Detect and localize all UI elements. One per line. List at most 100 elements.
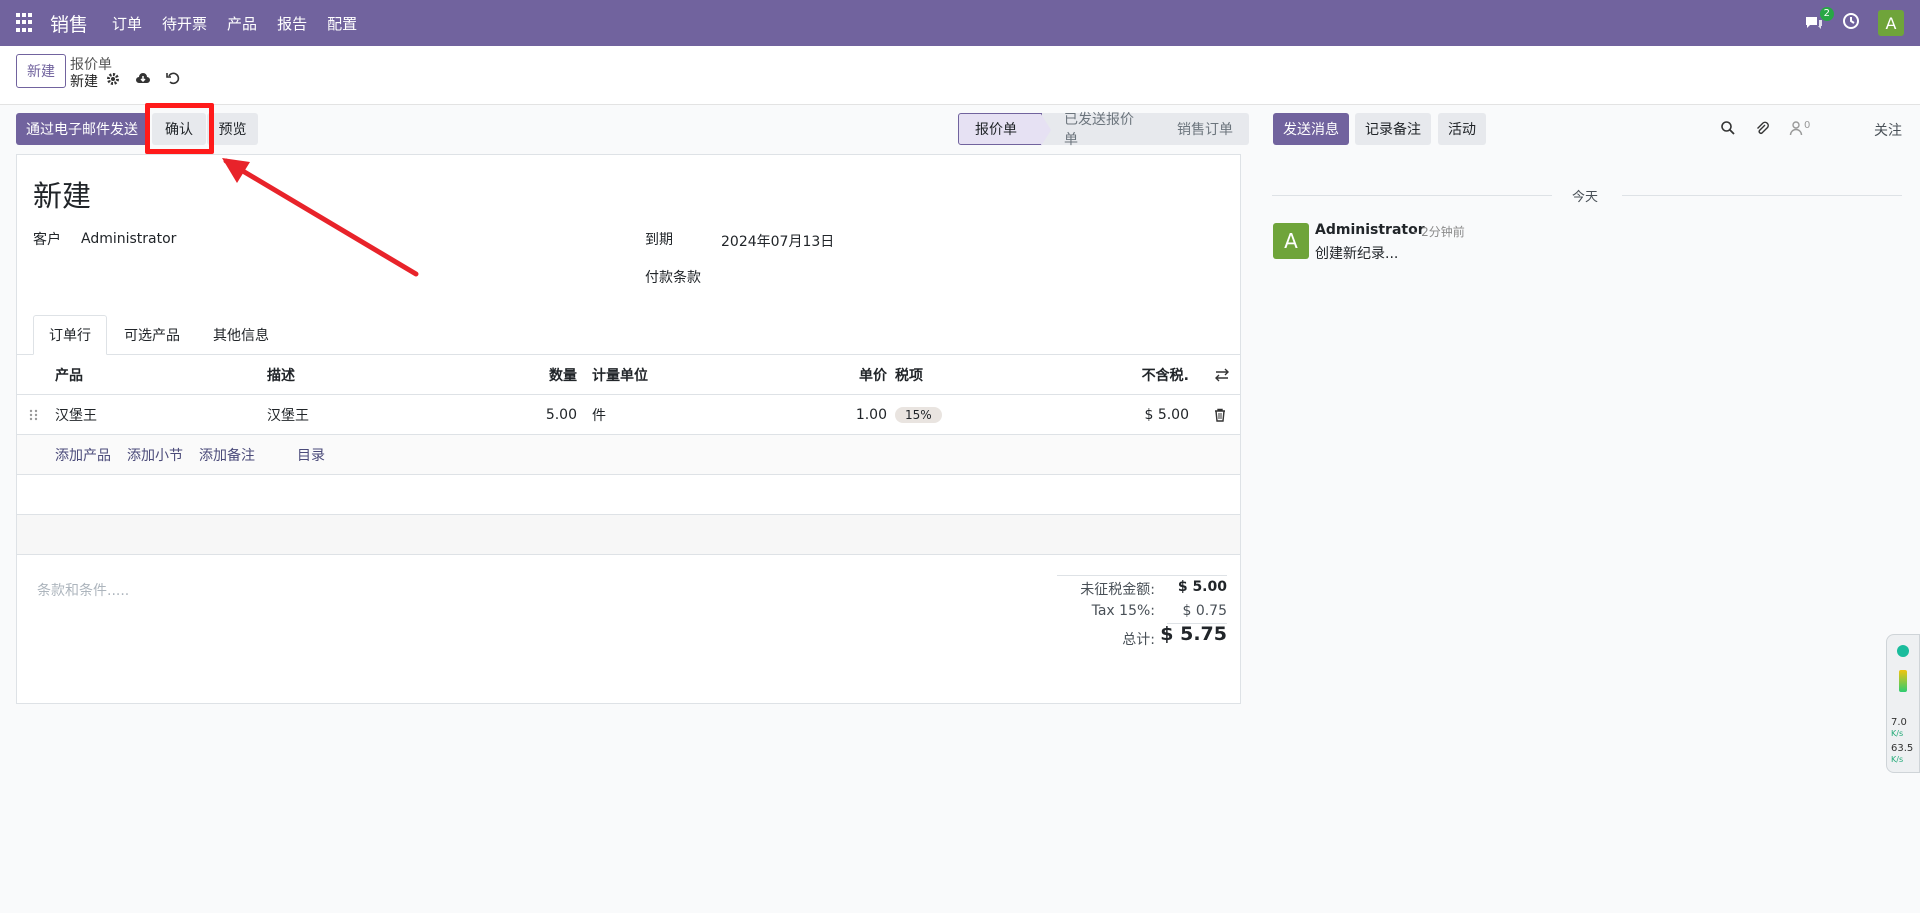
line-uom[interactable]: 件 [592, 395, 606, 435]
line-tax-badge[interactable]: 15% [895, 407, 942, 423]
menu-reporting[interactable]: 报告 [277, 13, 307, 34]
stage-quotation-label: 报价单 [975, 122, 1017, 138]
tax-row: Tax 15%: $ 0.75 [1057, 599, 1227, 623]
message-avatar[interactable]: A [1273, 223, 1309, 259]
tab-order-lines[interactable]: 订单行 [33, 315, 107, 355]
network-speed-widget[interactable]: 7.0 K/s 63.5 K/s [1886, 634, 1920, 773]
send-by-email-button[interactable]: 通过电子邮件发送 [16, 113, 148, 145]
menu-to-invoice[interactable]: 待开票 [162, 13, 207, 34]
add-product-link[interactable]: 添加产品 [55, 435, 111, 475]
new-button[interactable]: 新建 [16, 54, 66, 88]
record-title: 新建 [33, 179, 92, 213]
add-note-link[interactable]: 添加备注 [199, 435, 255, 475]
col-subtotal[interactable]: 不含税. [1097, 355, 1189, 395]
activity-clock-icon[interactable] [1842, 12, 1860, 34]
trash-icon[interactable] [1213, 395, 1227, 435]
send-message-button[interactable]: 发送消息 [1273, 113, 1349, 145]
app-brand[interactable]: 销售 [50, 10, 88, 37]
col-taxes[interactable]: 税项 [895, 355, 923, 395]
message-time: - 2分钟前 [1413, 225, 1465, 239]
table-row[interactable]: 汉堡王 汉堡王 5.00 件 1.00 15% $ 5.00 [17, 395, 1240, 435]
totals-summary: 未征税金额: $ 5.00 Tax 15%: $ 0.75 总计: $ 5.75 [1057, 575, 1227, 653]
line-description[interactable]: 汉堡王 [267, 395, 309, 435]
message-author[interactable]: Administrator [1315, 222, 1425, 238]
line-product[interactable]: 汉堡王 [55, 395, 97, 435]
col-description[interactable]: 描述 [267, 355, 295, 395]
download-speed: 63.5 [1891, 743, 1914, 754]
status-dot-icon [1897, 645, 1909, 657]
menu-configuration[interactable]: 配置 [327, 13, 357, 34]
messages-count-badge: 2 [1819, 7, 1834, 21]
activity-button[interactable]: 活动 [1438, 113, 1486, 145]
preview-button[interactable]: 预览 [207, 113, 258, 145]
apps-grid-icon[interactable] [16, 13, 36, 33]
add-line-row: 添加产品 添加小节 添加备注 目录 [17, 435, 1240, 475]
grand-total-row: 总计: $ 5.75 [1057, 623, 1227, 653]
untaxed-amount-label: 未征税金额: [1080, 582, 1155, 598]
menu-orders[interactable]: 订单 [112, 13, 142, 34]
follow-button[interactable]: 关注 [1874, 120, 1902, 140]
gear-icon[interactable] [106, 72, 120, 90]
col-product[interactable]: 产品 [55, 355, 83, 395]
stage-sales-order-label: 销售订单 [1177, 122, 1233, 138]
cloud-save-icon[interactable] [135, 70, 151, 90]
follower-count: 0 [1804, 120, 1811, 131]
order-lines-header: 产品 描述 数量 计量单位 单价 税项 不含税. [17, 355, 1240, 395]
expiry-field[interactable]: 2024年07月13日 [721, 231, 834, 251]
followers-icon[interactable]: 0 [1788, 120, 1810, 140]
grand-total-value: $ 5.75 [1160, 623, 1227, 645]
chatter-tools: 0 [1720, 120, 1810, 140]
line-subtotal: $ 5.00 [1144, 407, 1189, 423]
log-note-button[interactable]: 记录备注 [1355, 113, 1431, 145]
line-quantity[interactable]: 5.00 [497, 395, 577, 435]
date-separator-label: 今天 [1572, 190, 1599, 205]
paperclip-icon[interactable] [1754, 120, 1770, 140]
untaxed-amount-value: $ 5.00 [1177, 579, 1227, 595]
tab-optional-products[interactable]: 可选产品 [109, 315, 195, 355]
tax-value: $ 0.75 [1182, 603, 1227, 619]
control-panel: 新建 报价单 新建 [0, 46, 1920, 105]
line-unit-price[interactable]: 1.00 [797, 395, 887, 435]
terms-and-conditions-field[interactable]: 条款和条件..... [37, 580, 129, 600]
col-unit-price[interactable]: 单价 [797, 355, 887, 395]
stage-quotation-sent[interactable]: 已发送报价单 [1042, 112, 1165, 148]
date-separator: 今天 [1272, 186, 1904, 205]
stage-sales-order[interactable]: 销售订单 [1155, 113, 1249, 145]
breadcrumb-current-label: 新建 [70, 74, 98, 90]
download-speed-unit: K/s [1891, 755, 1904, 764]
payment-terms-label: 付款条款 [645, 270, 701, 286]
breadcrumb-current: 新建 [70, 71, 120, 91]
col-uom[interactable]: 计量单位 [592, 355, 648, 395]
tab-other-info[interactable]: 其他信息 [198, 315, 284, 355]
annotation-arrow [222, 158, 419, 277]
empty-row [17, 515, 1240, 555]
meter-icon [1899, 670, 1907, 692]
grand-total-label: 总计: [1122, 632, 1155, 648]
confirm-highlight-annotation [145, 103, 214, 154]
discard-icon[interactable] [165, 70, 181, 90]
user-avatar[interactable]: A [1878, 10, 1904, 36]
expiry-label: 到期 [645, 232, 673, 248]
status-pipeline: 报价单 已发送报价单 销售订单 [958, 112, 1249, 148]
customer-field[interactable]: Administrator [81, 231, 176, 247]
search-icon[interactable] [1720, 120, 1736, 140]
stage-quotation-sent-label: 已发送报价单 [1064, 112, 1134, 148]
add-section-link[interactable]: 添加小节 [127, 435, 183, 475]
upload-speed: 7.0 [1891, 717, 1907, 728]
payment-terms-field[interactable] [721, 267, 1201, 287]
catalog-link[interactable]: 目录 [297, 435, 325, 475]
menu-products[interactable]: 产品 [227, 13, 257, 34]
empty-row [17, 475, 1240, 515]
untaxed-amount-row: 未征税金额: $ 5.00 [1057, 575, 1227, 599]
upload-speed-unit: K/s [1891, 729, 1904, 738]
top-navbar: 销售 订单 待开票 产品 报告 配置 2 A [0, 0, 1920, 46]
drag-handle-icon[interactable] [27, 395, 41, 435]
form-sheet: 新建 客户 Administrator 到期 2024年07月13日 付款条款 … [16, 154, 1241, 704]
tax-label: Tax 15%: [1091, 603, 1155, 619]
col-quantity[interactable]: 数量 [497, 355, 577, 395]
message-body: 创建新纪录... [1315, 246, 1399, 262]
notebook-tabs: 订单行 可选产品 其他信息 [17, 315, 1240, 355]
messages-icon[interactable]: 2 [1804, 7, 1834, 31]
stage-quotation[interactable]: 报价单 [958, 113, 1051, 146]
optional-columns-icon[interactable] [1215, 355, 1229, 395]
